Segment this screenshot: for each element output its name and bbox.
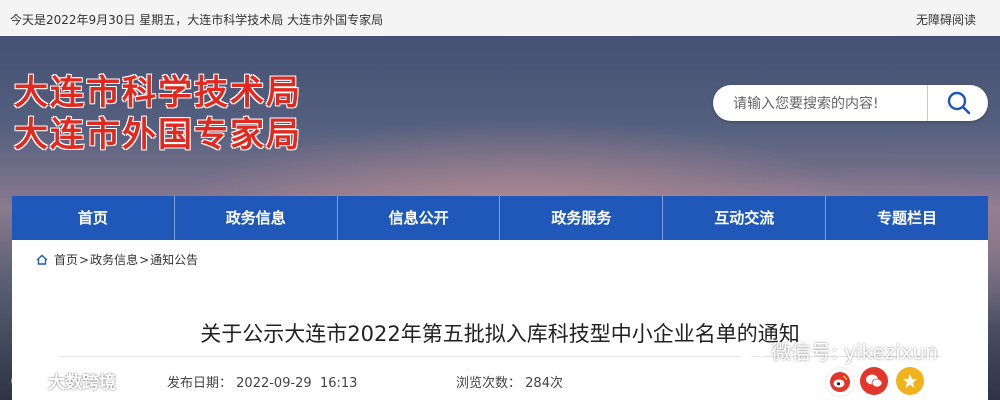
accessibility-link[interactable]: 无障碍阅读 — [916, 11, 976, 28]
wechat-watermark-text: 微信号: yikezixun — [771, 340, 938, 364]
breadcrumb-notices[interactable]: 通知公告 — [150, 251, 198, 268]
search-box — [713, 85, 988, 121]
content-panel: 首页 > 政务信息 > 通知公告 关于公示大连市2022年第五批拟入库科技型中小… — [12, 240, 988, 400]
view-count: 浏览次数： 284次 — [456, 372, 563, 391]
brand-watermark: 大数跨境 — [10, 368, 116, 393]
nav-item-home[interactable]: 首页 — [12, 196, 175, 240]
wechat-watermark-icon — [735, 339, 763, 361]
main-nav: 首页 政务信息 信息公开 政务服务 互动交流 专题栏目 — [12, 196, 988, 240]
breadcrumb-gov-info[interactable]: 政务信息 — [90, 251, 138, 268]
share-weibo-button[interactable] — [825, 367, 855, 397]
publish-date-label: 发布日期： — [167, 376, 233, 391]
breadcrumb-home[interactable]: 首页 — [54, 251, 78, 268]
site-title: 大连市科学技术局 大连市外国专家局 — [14, 72, 302, 156]
home-icon — [36, 254, 48, 265]
search-icon — [947, 91, 970, 115]
weibo-icon — [830, 372, 850, 392]
breadcrumb-separator: > — [79, 252, 90, 267]
top-info-bar: 今天是2022年9月30日 星期五，大连市科学技术局 大连市外国专家局 无障碍阅… — [0, 0, 1000, 36]
site-title-line-1: 大连市科学技术局 — [14, 73, 302, 113]
search-input[interactable] — [731, 93, 925, 115]
wechat-watermark: 微信号: yikezixun — [735, 336, 938, 365]
site-title-line-2: 大连市外国专家局 — [14, 115, 302, 155]
view-count-value: 284次 — [525, 376, 563, 391]
search-button[interactable] — [927, 85, 989, 121]
breadcrumb: 首页 > 政务信息 > 通知公告 — [36, 251, 198, 268]
brand-logo-icon — [11, 372, 41, 389]
nav-item-info-disclosure[interactable]: 信息公开 — [338, 196, 501, 240]
brand-watermark-text: 大数跨境 — [48, 373, 116, 393]
publish-date: 发布日期： 2022-09-29 16:13 — [167, 372, 357, 391]
nav-item-gov-info[interactable]: 政务信息 — [175, 196, 338, 240]
view-count-label: 浏览次数： — [456, 376, 522, 391]
share-wechat-button[interactable] — [860, 367, 888, 395]
nav-item-special-topics[interactable]: 专题栏目 — [826, 196, 988, 240]
date-text: 今天是2022年9月30日 星期五，大连市科学技术局 大连市外国专家局 — [10, 13, 384, 27]
breadcrumb-separator: > — [139, 252, 150, 267]
publish-date-value: 2022-09-29 16:13 — [236, 376, 358, 391]
nav-item-interaction[interactable]: 互动交流 — [663, 196, 827, 240]
favorite-button[interactable] — [896, 367, 924, 395]
favorite-star-icon — [903, 374, 917, 388]
nav-item-gov-services[interactable]: 政务服务 — [500, 196, 664, 240]
wechat-icon — [866, 374, 883, 388]
